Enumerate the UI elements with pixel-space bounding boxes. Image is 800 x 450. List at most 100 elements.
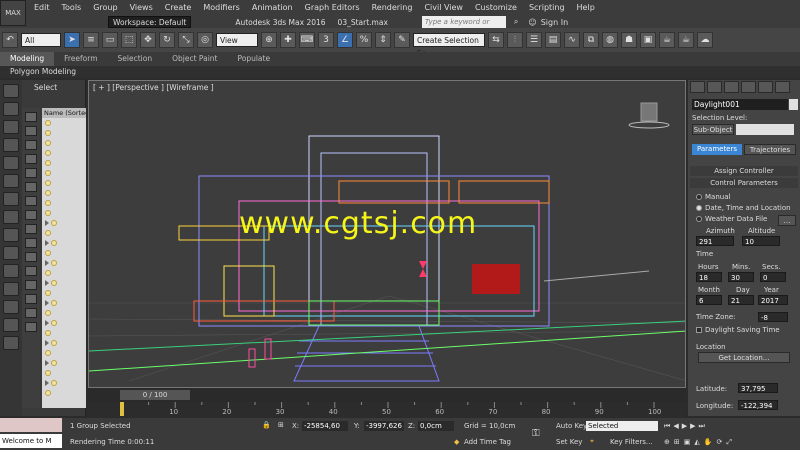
menu-views[interactable]: Views xyxy=(124,0,159,16)
fov-icon[interactable]: ◭ xyxy=(694,438,699,447)
a360-icon[interactable]: ☁ xyxy=(697,32,713,48)
perspective-viewport[interactable]: [ + ] [Perspective ] [Wireframe ] www.cg… xyxy=(88,80,686,388)
filter-helpers-icon[interactable] xyxy=(25,168,37,178)
list-item[interactable] xyxy=(42,258,86,268)
list-item[interactable] xyxy=(42,348,86,358)
name-column-header[interactable]: Name (Sorted xyxy=(42,108,86,118)
align-icon[interactable]: ⫶ xyxy=(507,32,523,48)
assign-controller-rollout[interactable]: Assign Controller xyxy=(690,166,798,176)
expand-icon[interactable] xyxy=(45,340,49,346)
filter-lights-icon[interactable] xyxy=(25,140,37,150)
hours-spinner[interactable]: 18 xyxy=(696,272,722,282)
add-time-tag[interactable]: Add Time Tag xyxy=(464,438,511,446)
teapot-icon[interactable] xyxy=(3,84,19,98)
list-item[interactable] xyxy=(42,278,86,288)
month-spinner[interactable]: 6 xyxy=(696,295,722,305)
radio-manual-dot[interactable] xyxy=(696,194,702,200)
filter-warps-icon[interactable] xyxy=(25,182,37,192)
next-frame-icon[interactable]: ▶ xyxy=(690,422,695,431)
spacewarp-icon[interactable] xyxy=(3,192,19,206)
key-filters-button[interactable]: Key Filters... xyxy=(610,438,653,446)
motion-tab-icon[interactable] xyxy=(741,81,756,93)
menu-animation[interactable]: Animation xyxy=(246,0,299,16)
render-frame-icon[interactable]: ▣ xyxy=(640,32,656,48)
key-icon[interactable]: ⚿ xyxy=(532,428,540,439)
menu-edit[interactable]: Edit xyxy=(28,0,56,16)
filter-hidden-icon[interactable] xyxy=(25,266,37,276)
curve-editor-icon[interactable]: ∿ xyxy=(564,32,580,48)
dst-checkbox[interactable]: Daylight Saving Time xyxy=(696,326,780,334)
list-item[interactable] xyxy=(42,298,86,308)
render-iterative-icon[interactable]: ☕ xyxy=(678,32,694,48)
list-item[interactable] xyxy=(42,358,86,368)
latitude-spinner[interactable]: 37,795 xyxy=(738,383,778,393)
expand-icon[interactable] xyxy=(45,280,49,286)
render-setup-icon[interactable]: ☗ xyxy=(621,32,637,48)
list-item[interactable] xyxy=(42,338,86,348)
menu-modifiers[interactable]: Modifiers xyxy=(197,0,246,16)
listener-output[interactable]: Welcome to M xyxy=(0,434,62,448)
time-slider-thumb[interactable]: 0 / 100 xyxy=(120,390,190,400)
goto-end-icon[interactable]: ⏭ xyxy=(698,422,704,431)
rect-selection-icon[interactable]: ▭ xyxy=(102,32,118,48)
filter-cameras-icon[interactable] xyxy=(25,154,37,164)
window-crossing-icon[interactable]: ⬚ xyxy=(121,32,137,48)
list-item[interactable] xyxy=(42,198,86,208)
material-editor-icon[interactable]: ◍ xyxy=(602,32,618,48)
filter-invert-icon[interactable] xyxy=(25,308,37,318)
radio-date-time-location[interactable]: Date, Time and Location xyxy=(696,204,791,212)
menu-graph-editors[interactable]: Graph Editors xyxy=(299,0,366,16)
layer-icon[interactable]: ☰ xyxy=(526,32,542,48)
list-item[interactable] xyxy=(42,218,86,228)
spinner-snap-icon[interactable]: ⇕ xyxy=(375,32,391,48)
lock-selection-icon[interactable]: 🔒 xyxy=(262,421,271,429)
list-item[interactable] xyxy=(42,178,86,188)
list-item[interactable] xyxy=(42,248,86,258)
radio-manual[interactable]: Manual xyxy=(696,193,730,201)
set-key-button[interactable]: Set Key xyxy=(556,438,582,446)
filter-groups-icon[interactable] xyxy=(25,196,37,206)
time-slider[interactable]: 0 / 100 xyxy=(88,388,686,402)
reference-coord-dropdown[interactable]: View xyxy=(216,33,258,47)
menu-create[interactable]: Create xyxy=(159,0,198,16)
expand-icon[interactable] xyxy=(45,320,49,326)
list-item[interactable] xyxy=(42,238,86,248)
control-parameters-rollout[interactable]: Control Parameters xyxy=(690,178,798,188)
geometry-icon[interactable] xyxy=(3,264,19,278)
menu-help[interactable]: Help xyxy=(571,0,601,16)
radio-date-dot[interactable] xyxy=(696,205,702,211)
render-icon[interactable]: ☕ xyxy=(659,32,675,48)
expand-icon[interactable] xyxy=(45,360,49,366)
app-logo[interactable]: MAX xyxy=(0,0,26,26)
menu-scripting[interactable]: Scripting xyxy=(523,0,571,16)
list-item[interactable] xyxy=(42,288,86,298)
search-icon[interactable]: ⌕ xyxy=(514,17,518,27)
day-spinner[interactable]: 21 xyxy=(728,295,754,305)
sub-object-dropdown[interactable] xyxy=(736,124,794,135)
menu-tools[interactable]: Tools xyxy=(56,0,88,16)
dst-checkbox-box[interactable] xyxy=(696,327,702,333)
display-icon[interactable] xyxy=(3,102,19,116)
system-icon[interactable] xyxy=(3,210,19,224)
angle-snap-icon[interactable]: ∠ xyxy=(337,32,353,48)
list-item[interactable] xyxy=(42,188,86,198)
zoom-extents-icon[interactable]: ▣ xyxy=(684,438,691,447)
list-item[interactable] xyxy=(42,228,86,238)
ribbon-toggle-icon[interactable]: ▤ xyxy=(545,32,561,48)
z-coordinate-field[interactable]: 0,0cm xyxy=(418,421,454,431)
list-item[interactable] xyxy=(42,118,86,128)
menu-civil-view[interactable]: Civil View xyxy=(418,0,469,16)
filter-icon[interactable] xyxy=(3,318,19,332)
shape-icon[interactable] xyxy=(3,246,19,260)
orbit-icon[interactable]: ⟳ xyxy=(716,438,722,447)
y-coordinate-field[interactable]: -3997,626 xyxy=(364,421,404,431)
pan-icon[interactable] xyxy=(3,336,19,350)
select-object-icon[interactable]: ➤ xyxy=(64,32,80,48)
undo-icon[interactable]: ↶ xyxy=(2,32,18,48)
time-tag-icon[interactable]: ◆ xyxy=(454,438,459,446)
play-icon[interactable]: ▶ xyxy=(682,422,687,431)
sub-object-button[interactable]: Sub-Object xyxy=(692,124,734,135)
percent-snap-icon[interactable]: % xyxy=(356,32,372,48)
ribbon-tab-modeling[interactable]: Modeling xyxy=(0,52,55,66)
list-item[interactable] xyxy=(42,208,86,218)
